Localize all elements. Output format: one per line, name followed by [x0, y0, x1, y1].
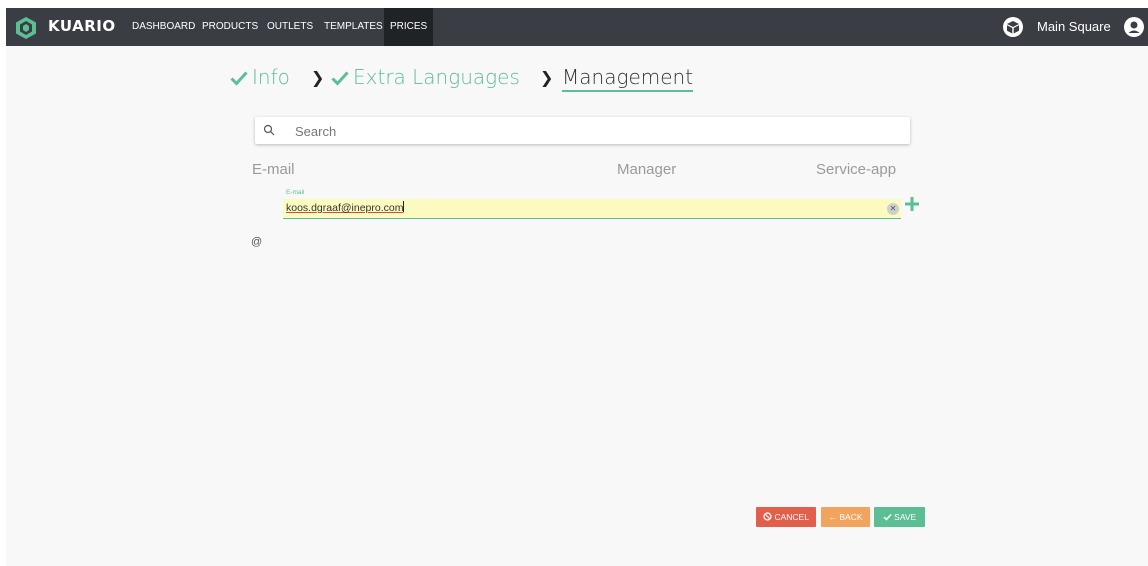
chevron-right-icon: ❯: [540, 68, 554, 87]
email-input-value: koos.dgraaf@inepro.com: [286, 202, 404, 214]
save-button-label: SAVE: [894, 512, 917, 522]
step-extra-languages[interactable]: Extra Languages: [331, 65, 520, 89]
email-field-label: E-mail: [286, 189, 305, 196]
chevron-right-icon: ❯: [311, 68, 325, 87]
user-icon[interactable]: [1124, 17, 1144, 37]
email-input[interactable]: koos.dgraaf@inepro.com: [286, 201, 405, 214]
column-header-service-app: Service-app: [816, 161, 897, 178]
app-frame: KUARIO DASHBOARD PRODUCTS OUTLETS TEMPLA…: [6, 8, 1148, 566]
store-name[interactable]: Main Square: [1037, 19, 1111, 34]
back-button-label: BACK: [839, 512, 863, 522]
cancel-button[interactable]: CANCEL: [756, 507, 816, 527]
ban-icon: [763, 512, 772, 521]
check-icon: [331, 71, 349, 86]
nav-templates[interactable]: TEMPLATES: [318, 8, 389, 46]
column-header-manager: Manager: [617, 161, 677, 178]
email-field[interactable]: koos.dgraaf@inepro.com ✕: [283, 199, 901, 219]
check-icon: [883, 513, 892, 521]
nav-dashboard[interactable]: DASHBOARD: [126, 8, 201, 46]
search-input[interactable]: [293, 117, 897, 146]
nav-prices[interactable]: PRICES: [384, 8, 434, 46]
email-prefix-icon: @: [251, 236, 263, 248]
search-bar: [255, 117, 910, 146]
text-caret: [403, 201, 405, 212]
check-icon: [230, 71, 248, 86]
nav-outlets[interactable]: OUTLETS: [261, 8, 319, 46]
logo-icon[interactable]: [14, 16, 38, 40]
store-box-icon[interactable]: [1003, 17, 1023, 37]
step-info-label: Info: [252, 65, 290, 89]
brand-name[interactable]: KUARIO: [48, 17, 116, 35]
back-button[interactable]: ← BACK: [821, 507, 870, 527]
top-navbar: KUARIO DASHBOARD PRODUCTS OUTLETS TEMPLA…: [6, 8, 1148, 46]
clear-icon[interactable]: ✕: [887, 203, 899, 215]
plus-icon[interactable]: [904, 196, 920, 212]
search-icon: [263, 124, 275, 136]
nav-products[interactable]: PRODUCTS: [196, 8, 264, 46]
step-info[interactable]: Info: [230, 65, 290, 89]
column-header-email: E-mail: [252, 161, 295, 178]
save-button[interactable]: SAVE: [874, 507, 925, 527]
arrow-left-icon: ←: [828, 512, 837, 522]
cancel-button-label: CANCEL: [774, 512, 809, 522]
step-management[interactable]: Management: [562, 65, 694, 92]
step-extra-languages-label: Extra Languages: [353, 65, 520, 89]
